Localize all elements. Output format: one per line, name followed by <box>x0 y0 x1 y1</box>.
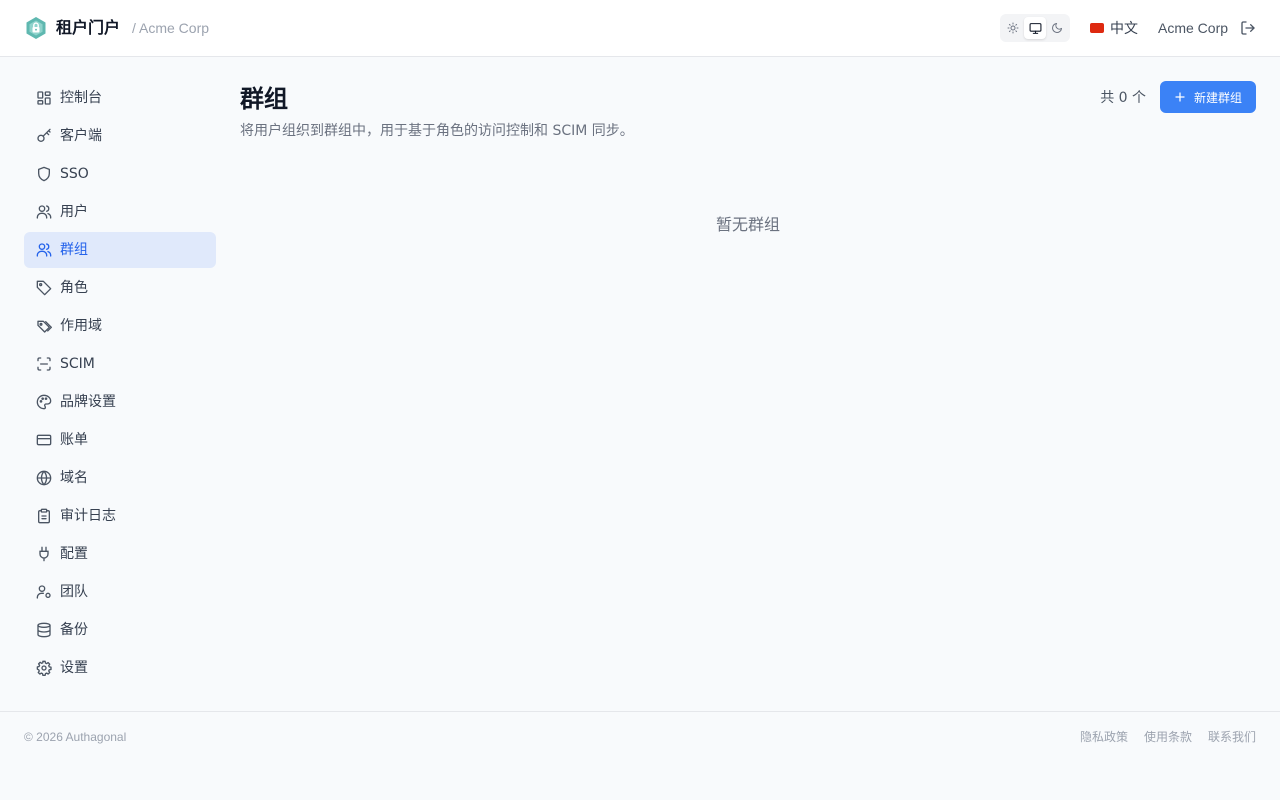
shield-icon <box>38 166 50 182</box>
footer-links: 隐私政策 使用条款 联系我们 <box>1064 729 1256 745</box>
sidebar-item-label: 配置 <box>60 546 88 562</box>
language-label: 中文 <box>1110 21 1138 37</box>
theme-switcher <box>1000 14 1070 42</box>
sun-icon <box>1007 22 1019 34</box>
monitor-icon <box>1029 22 1041 34</box>
page-description: 将用户组织到群组中，用于基于角色的访问控制和 SCIM 同步。 <box>240 123 634 139</box>
new-group-label: 新建群组 <box>1193 90 1242 105</box>
tag-icon <box>36 280 52 296</box>
theme-dark-button[interactable] <box>1046 17 1068 39</box>
theme-system-button[interactable] <box>1024 17 1046 39</box>
sidebar-item-label: 域名 <box>60 470 88 486</box>
sidebar-item-dashboard[interactable]: 控制台 <box>24 80 216 116</box>
sidebar-item-sso[interactable]: SSO <box>24 156 216 192</box>
users-icon <box>36 205 52 219</box>
empty-state: 暂无群组 <box>715 215 780 234</box>
org-breadcrumb: / Acme Corp <box>132 20 210 36</box>
sidebar-item-label: 群组 <box>60 242 88 258</box>
contact-link[interactable]: 联系我们 <box>1208 729 1256 745</box>
group-count: 共 0 个 <box>1100 90 1146 106</box>
sidebar-nav: 控制台 客户端 SSO 用户 群组 角色 作用域 SCIM 品牌设置 账单 域名… <box>24 80 216 688</box>
sidebar-item-label: 品牌设置 <box>60 394 116 410</box>
theme-light-button[interactable] <box>1002 17 1024 39</box>
key-icon <box>37 128 51 142</box>
sidebar-item-scim[interactable]: SCIM <box>24 346 216 382</box>
sidebar-item-audit-log[interactable]: 审计日志 <box>24 498 216 534</box>
sidebar-item-domains[interactable]: 域名 <box>24 460 216 496</box>
moon-icon <box>1052 23 1062 33</box>
tags-icon <box>37 320 52 333</box>
scan-icon <box>37 357 51 371</box>
sidebar-item-label: 团队 <box>60 584 88 600</box>
user-cog-icon <box>36 585 51 599</box>
plug-icon <box>39 546 49 562</box>
sidebar-item-label: 审计日志 <box>60 508 116 524</box>
sidebar-item-label: 账单 <box>60 432 88 448</box>
page-footer: © 2026 Authagonal 隐私政策 使用条款 联系我们 <box>0 711 1280 800</box>
privacy-link[interactable]: 隐私政策 <box>1080 729 1128 745</box>
sidebar-item-label: 客户端 <box>60 128 102 144</box>
sidebar-item-label: SSO <box>60 166 89 182</box>
clipboard-icon <box>38 508 50 524</box>
sidebar-item-users[interactable]: 用户 <box>24 194 216 230</box>
plus-icon <box>1175 92 1185 102</box>
sidebar-item-roles[interactable]: 角色 <box>24 270 216 306</box>
dashboard-icon <box>37 91 51 105</box>
china-flag-icon <box>1090 23 1104 33</box>
tenant-name[interactable]: Acme Corp <box>1158 19 1228 37</box>
app-logo-icon <box>26 17 46 39</box>
sidebar-item-groups[interactable]: 群组 <box>24 232 216 268</box>
credit-card-icon <box>36 434 52 446</box>
page-title: 群组 <box>240 85 288 113</box>
new-group-button[interactable]: 新建群组 <box>1160 81 1256 113</box>
sidebar-item-settings[interactable]: 设置 <box>24 650 216 686</box>
users-icon <box>36 243 52 257</box>
sidebar-item-label: 角色 <box>60 280 88 296</box>
sidebar-item-label: 备份 <box>60 622 88 638</box>
sidebar-item-branding[interactable]: 品牌设置 <box>24 384 216 420</box>
app-name[interactable]: 租户门户 <box>56 17 120 39</box>
sidebar-item-scopes[interactable]: 作用域 <box>24 308 216 344</box>
terms-link[interactable]: 使用条款 <box>1144 729 1192 745</box>
sidebar-item-config[interactable]: 配置 <box>24 536 216 572</box>
palette-icon <box>36 394 52 410</box>
logout-icon[interactable] <box>1240 20 1256 36</box>
gear-icon <box>36 660 52 676</box>
sidebar-item-team[interactable]: 团队 <box>24 574 216 610</box>
copyright: © 2026 Authagonal <box>24 730 127 744</box>
database-icon <box>37 622 51 638</box>
top-header: 租户门户 / Acme Corp 中文 Acme Corp <box>0 0 1280 57</box>
sidebar-item-label: 控制台 <box>60 90 102 106</box>
sidebar-item-label: 用户 <box>60 204 88 220</box>
globe-icon <box>36 470 52 486</box>
sidebar-item-billing[interactable]: 账单 <box>24 422 216 458</box>
language-switcher[interactable]: 中文 <box>1090 18 1138 38</box>
sidebar-item-label: 设置 <box>60 660 88 676</box>
sidebar-item-clients[interactable]: 客户端 <box>24 118 216 154</box>
sidebar-item-label: 作用域 <box>60 318 102 334</box>
sidebar-item-backup[interactable]: 备份 <box>24 612 216 648</box>
sidebar-item-label: SCIM <box>60 356 95 372</box>
